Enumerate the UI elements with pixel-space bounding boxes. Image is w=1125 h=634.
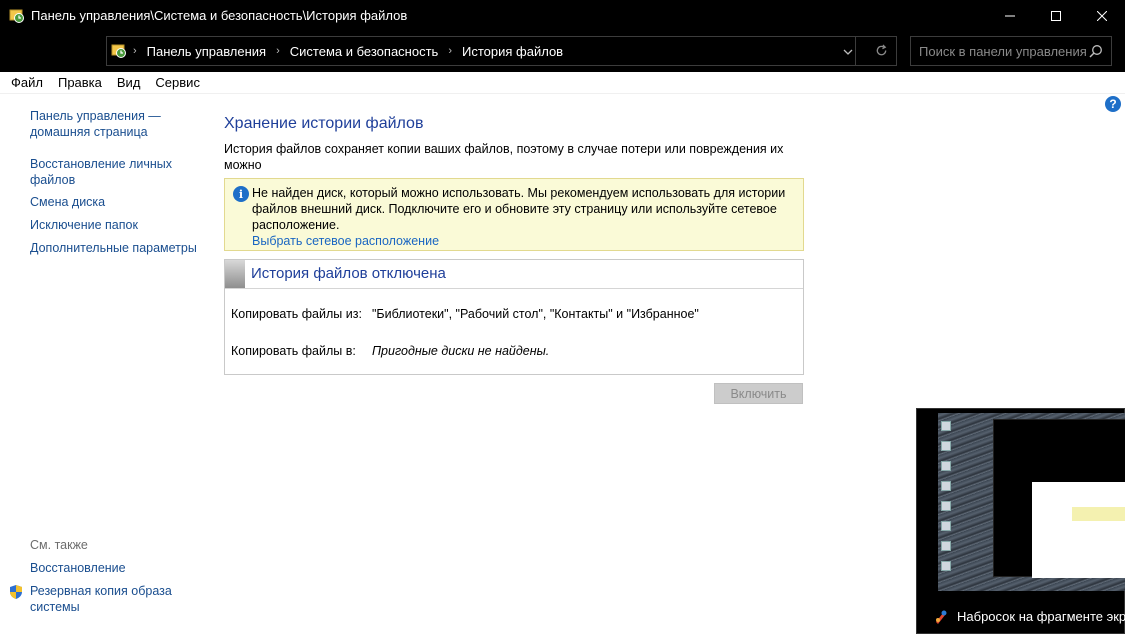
address-divider: [855, 37, 856, 65]
help-icon[interactable]: ?: [1105, 96, 1121, 112]
menu-file[interactable]: Файл: [11, 75, 43, 90]
menu-view[interactable]: Вид: [117, 75, 141, 90]
breadcrumb: › Панель управления › Система и безопасн…: [129, 37, 563, 65]
search-box[interactable]: Поиск в панели управления: [910, 36, 1112, 66]
sidebar-item-label: Восстановление личных: [30, 157, 173, 171]
thumbnail-window: [993, 419, 1125, 578]
refresh-icon: [876, 44, 887, 56]
status-indicator: [225, 260, 245, 288]
desktop-icon: [941, 481, 951, 491]
info-icon: i: [233, 186, 249, 202]
snip-sketch-notification[interactable]: Набросок на фрагменте экрана: [916, 408, 1125, 634]
menu-bar: Файл Правка Вид Сервис: [0, 72, 1125, 94]
sidebar-item-exclude-folders[interactable]: Исключение папок: [30, 217, 138, 233]
search-input[interactable]: Поиск в панели управления: [919, 44, 1087, 59]
maximize-button[interactable]: [1033, 0, 1079, 32]
info-line: Не найден диск, который можно использова…: [252, 186, 786, 200]
desktop-icon: [941, 501, 951, 511]
desktop-icon: [941, 461, 951, 471]
shield-icon: [8, 584, 24, 600]
see-also-recovery[interactable]: Восстановление: [30, 560, 126, 576]
copy-from-value: "Библиотеки", "Рабочий стол", "Контакты"…: [372, 307, 699, 321]
info-line: файлов внешний диск. Подключите его и об…: [252, 202, 777, 216]
info-line: расположение.: [252, 218, 340, 232]
snip-sketch-icon: [933, 609, 949, 625]
enable-button[interactable]: Включить: [714, 383, 803, 404]
info-banner: i Не найден диск, который можно использо…: [224, 178, 804, 251]
file-history-window: Панель управления\Система и безопасность…: [0, 0, 1125, 634]
control-panel-icon: [9, 8, 25, 24]
chevron-right-icon: ›: [448, 45, 452, 57]
sidebar-item-home[interactable]: Панель управления — домашняя страница: [30, 108, 161, 140]
window-title: Панель управления\Система и безопасность…: [31, 8, 408, 23]
status-header: История файлов отключена: [225, 260, 803, 289]
title-bar: Панель управления\Система и безопасность…: [0, 0, 1125, 32]
page-title: Хранение истории файлов: [224, 115, 424, 132]
file-history-status-panel: История файлов отключена Копировать файл…: [224, 259, 804, 375]
maximize-icon: [1051, 11, 1061, 21]
copy-to-label: Копировать файлы в:: [231, 344, 356, 358]
thumbnail-info-banner: [1072, 507, 1125, 521]
copy-to-value: Пригодные диски не найдены.: [372, 344, 550, 358]
sidebar-item-label: Панель управления —: [30, 109, 161, 123]
screenshot-thumbnail[interactable]: [938, 413, 1125, 591]
menu-tools[interactable]: Сервис: [155, 75, 200, 90]
desktop-icon: [941, 541, 951, 551]
sidebar-item-advanced-settings[interactable]: Дополнительные параметры: [30, 240, 197, 256]
close-icon: [1097, 11, 1107, 21]
desktop-icon: [941, 421, 951, 431]
desktop-icon: [941, 521, 951, 531]
sidebar-item-restore-files[interactable]: Восстановление личных файлов: [30, 156, 172, 188]
sidebar-item-label: домашняя страница: [30, 125, 148, 139]
breadcrumb-system-security[interactable]: Система и безопасность: [290, 44, 439, 59]
control-panel-icon: [111, 43, 127, 59]
sidebar-item-label: системы: [30, 600, 80, 614]
refresh-button[interactable]: [875, 44, 888, 60]
snip-sketch-label: Набросок на фрагменте экрана: [957, 609, 1125, 624]
select-network-location-link[interactable]: Выбрать сетевое расположение: [252, 234, 439, 248]
address-dropdown-button[interactable]: [843, 46, 853, 60]
minimize-icon: [1005, 15, 1015, 17]
chevron-down-icon: [843, 49, 853, 55]
sidebar-item-label: Резервная копия образа: [30, 584, 172, 598]
breadcrumb-control-panel[interactable]: Панель управления: [147, 44, 266, 59]
sidebar-item-change-drive[interactable]: Смена диска: [30, 194, 105, 210]
search-icon[interactable]: [1089, 44, 1103, 61]
breadcrumb-file-history[interactable]: История файлов: [462, 44, 563, 59]
address-bar[interactable]: › Панель управления › Система и безопасн…: [106, 36, 897, 66]
chevron-right-icon: ›: [133, 45, 137, 57]
chevron-right-icon: ›: [276, 45, 280, 57]
see-also-system-image-backup[interactable]: Резервная копия образа системы: [30, 583, 172, 615]
sidebar: Панель управления — домашняя страница Во…: [0, 95, 210, 634]
sidebar-item-label: файлов: [30, 173, 76, 187]
desktop-icon: [941, 561, 951, 571]
desktop-icon: [941, 441, 951, 451]
minimize-button[interactable]: [987, 0, 1033, 32]
close-button[interactable]: [1079, 0, 1125, 32]
copy-from-label: Копировать файлы из:: [231, 307, 362, 321]
see-also-title: См. также: [30, 538, 88, 552]
status-title: История файлов отключена: [251, 265, 446, 282]
menu-edit[interactable]: Правка: [58, 75, 102, 90]
thumbnail-content: [1032, 482, 1125, 578]
description-line: История файлов сохраняет копии ваших фай…: [224, 142, 784, 172]
info-message: Не найден диск, который можно использова…: [252, 185, 792, 233]
